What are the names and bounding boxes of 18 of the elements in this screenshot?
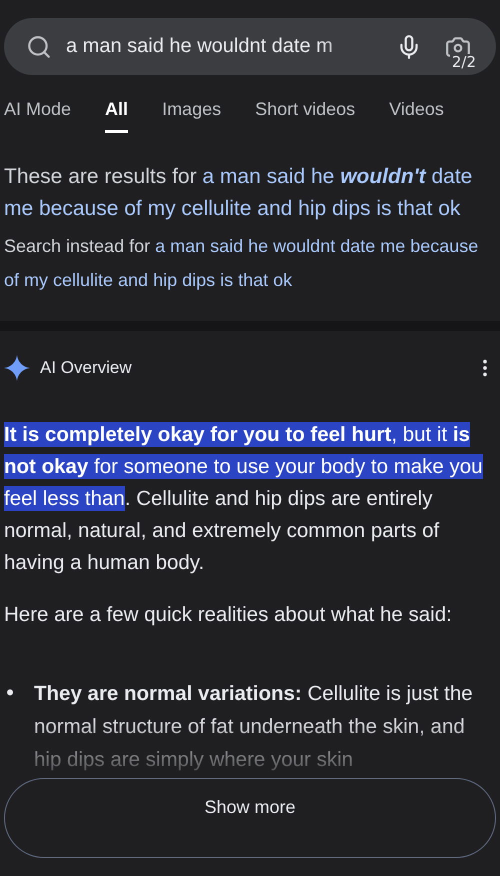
search-tab[interactable]: Short videos: [255, 95, 356, 133]
bullet-marker: •: [4, 680, 18, 707]
search-query: a man said he wouldnt date m: [66, 35, 334, 58]
spelling-correction: These are results for a man said he wouldn't date me because of my cellulite and hip dips is that ok: [4, 164, 474, 222]
search-tab[interactable]: AI Mode: [4, 95, 72, 133]
search-tab[interactable]: Videos: [389, 95, 444, 133]
search-tab[interactable]: All: [105, 95, 128, 133]
page-counter: 2/2: [450, 54, 478, 70]
bullet-item: They are normal variations: Cellulite is just the normal structure of fat underneath the skin, and hip dips are simply where your skin: [34, 681, 474, 773]
search-icon: [26, 34, 52, 60]
overview-lead: Here are a few quick realities about what he said:: [4, 602, 453, 628]
ai-overview-title: AI Overview: [40, 358, 133, 378]
overview-paragraph: It is completely okay for you to feel hurt, but it is not okay for someone to use your body to make you feel less than. Cellulite and hip dips are entirely normal, natural, and extremely common parts of having a human body.: [4, 421, 484, 576]
show-more-button[interactable]: Show more: [4, 778, 496, 858]
original-query-notice: Search instead for a man said he wouldnt date me because of my cellulite and hip dips is that ok: [4, 235, 480, 292]
sparkle-icon: [4, 355, 30, 381]
search-field[interactable]: a man said he wouldnt date m 2/2: [4, 18, 496, 75]
search-tab[interactable]: Images: [162, 95, 222, 133]
